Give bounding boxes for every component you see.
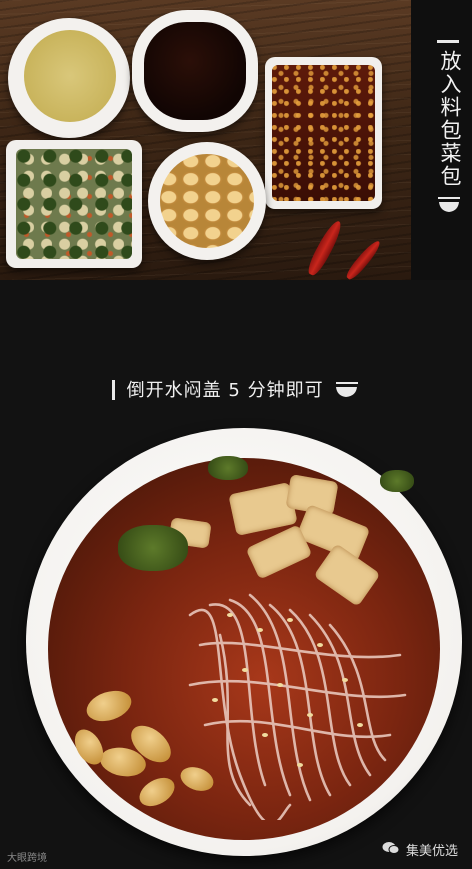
title-accent-bar	[437, 40, 459, 43]
caption-text: 倒开水闷盖 5 分钟即可	[126, 380, 324, 401]
seasoning-powder-bowl	[8, 18, 130, 138]
wechat-icon	[382, 841, 400, 859]
watermark-right-text: 集美优选	[405, 844, 458, 859]
sauce-bowl	[132, 10, 258, 132]
pickled-greens	[208, 456, 248, 480]
chili-oil-tray	[265, 57, 382, 209]
bowl-icon	[437, 196, 461, 218]
instruction-caption: 倒开水闷盖 5 分钟即可	[0, 376, 472, 404]
caption-accent-bar	[111, 380, 115, 400]
glass-noodles	[188, 593, 407, 820]
pickled-greens	[118, 525, 188, 571]
pickled-greens	[380, 470, 414, 492]
watermark-right: 集美优选	[382, 840, 458, 859]
peanut-bowl	[148, 142, 266, 260]
bowl-icon	[334, 381, 360, 404]
watermark-left-text: 大眼跨境	[7, 853, 47, 864]
ingredients-photo	[0, 0, 411, 280]
side-title: 放入料包菜包	[438, 50, 462, 188]
vegetable-pack-dish	[6, 140, 142, 268]
watermark-left: 大眼跨境	[7, 849, 47, 864]
